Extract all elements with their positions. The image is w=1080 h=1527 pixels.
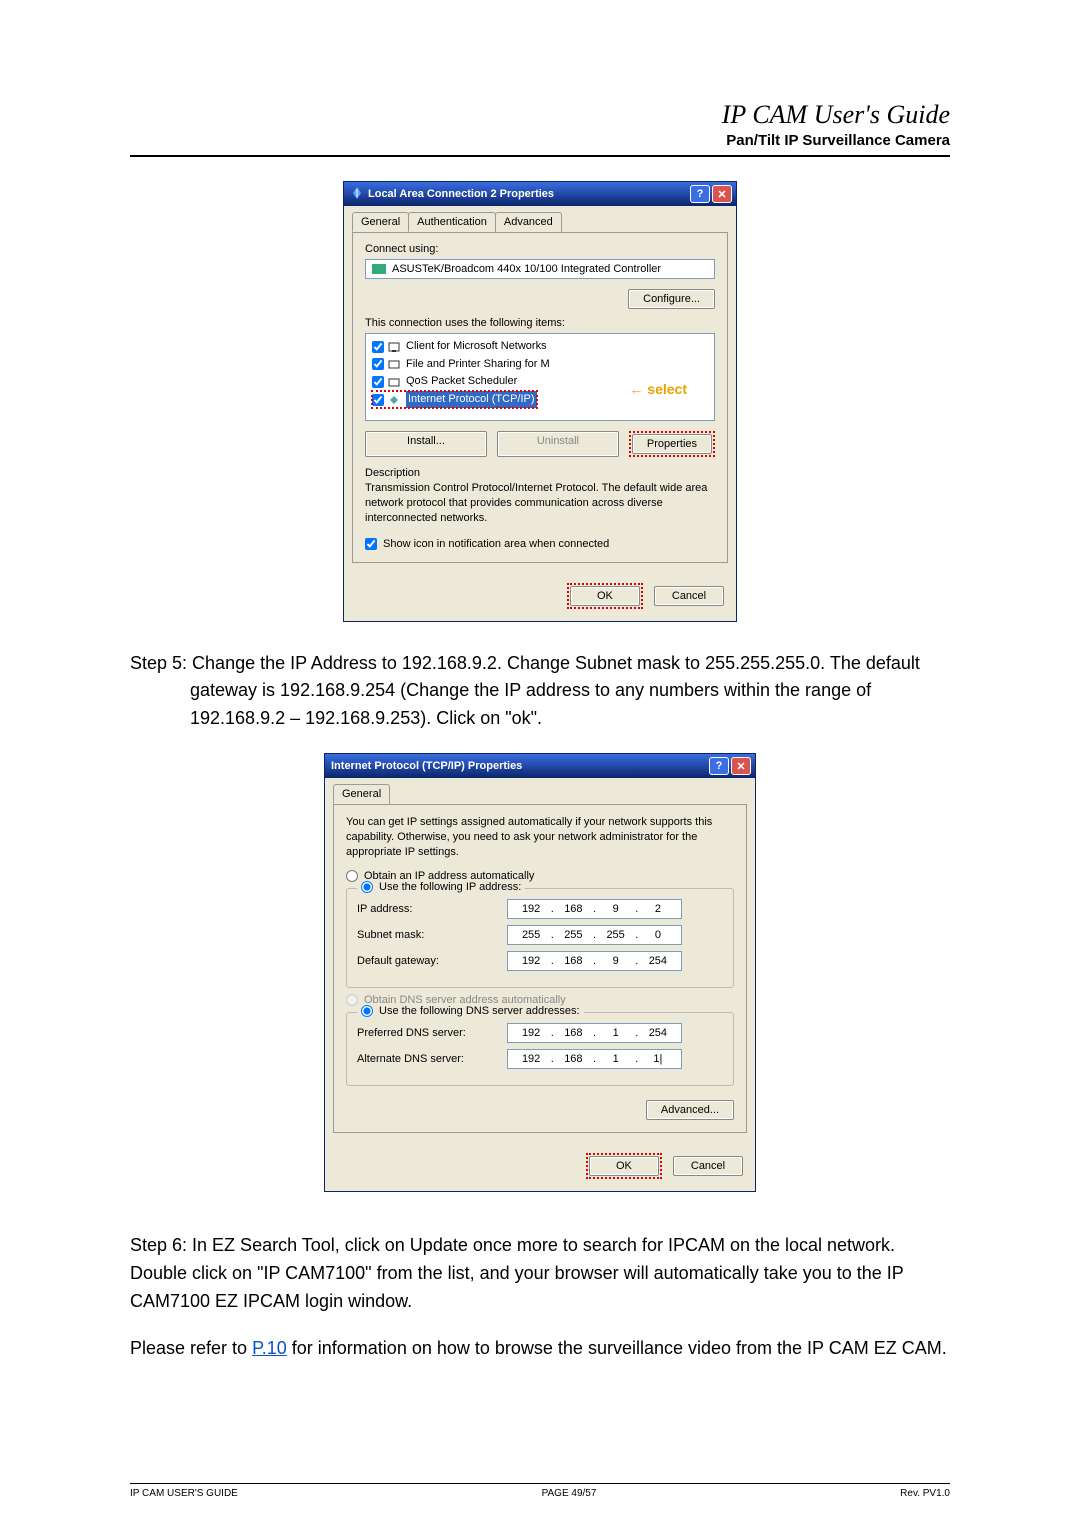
subnet-mask-input[interactable]: 255.255.255.0 [507, 925, 682, 945]
close-button[interactable]: ✕ [731, 757, 751, 775]
adapter-field: ASUSTeK/Broadcom 440x 10/100 Integrated … [365, 259, 715, 279]
item-tcpip[interactable]: Internet Protocol (TCP/IP) [372, 391, 537, 409]
description-text: Transmission Control Protocol/Internet P… [365, 481, 715, 526]
adns-label: Alternate DNS server: [357, 1053, 507, 1065]
info-blurb: You can get IP settings assigned automat… [346, 815, 734, 860]
tab-general[interactable]: General [333, 784, 390, 804]
page-footer: IP CAM USER'S GUIDE PAGE 49/57 Rev. PV1.… [130, 1483, 950, 1499]
pdns-label: Preferred DNS server: [357, 1027, 507, 1039]
tabs: General Authentication Advanced [344, 206, 736, 232]
ok-button[interactable]: OK [570, 586, 640, 606]
qos-icon [388, 376, 402, 388]
tcpip-icon [388, 394, 402, 406]
gateway-label: Default gateway: [357, 955, 507, 967]
show-icon-label: Show icon in notification area when conn… [383, 538, 609, 550]
titlebar: Local Area Connection 2 Properties ? ✕ [344, 182, 736, 206]
cancel-button[interactable]: Cancel [654, 586, 724, 606]
item-client[interactable]: Client for Microsoft Networks [372, 338, 708, 356]
item-qos[interactable]: QoS Packet Scheduler [372, 373, 708, 391]
show-icon-checkbox[interactable] [365, 538, 377, 550]
ip-address-input[interactable]: 192.168.9.2 [507, 899, 682, 919]
lan-properties-dialog: Local Area Connection 2 Properties ? ✕ G… [343, 181, 737, 622]
step5-text: Step 5: Change the IP Address to 192.168… [130, 650, 950, 734]
dialog-title: Internet Protocol (TCP/IP) Properties [331, 760, 709, 772]
configure-button[interactable]: Configure... [628, 289, 715, 309]
footer-left: IP CAM USER'S GUIDE [130, 1488, 238, 1499]
dialog-title: Local Area Connection 2 Properties [368, 188, 690, 200]
nic-icon [372, 264, 386, 274]
doc-title: IP CAM User's Guide [130, 100, 950, 130]
radio-auto-ip[interactable] [346, 870, 358, 882]
help-button[interactable]: ? [690, 185, 710, 203]
p10-link[interactable]: P.10 [252, 1338, 287, 1358]
tab-authentication[interactable]: Authentication [408, 212, 496, 232]
help-button[interactable]: ? [709, 757, 729, 775]
radio-static-dns[interactable] [361, 1005, 373, 1017]
items-label: This connection uses the following items… [365, 317, 715, 329]
titlebar: Internet Protocol (TCP/IP) Properties ? … [325, 754, 755, 778]
network-icon [350, 186, 364, 203]
client-icon [388, 341, 402, 353]
ok-button[interactable]: OK [589, 1156, 659, 1176]
items-listbox[interactable]: Client for Microsoft Networks File and P… [365, 333, 715, 421]
radio-static-ip[interactable] [361, 881, 373, 893]
item-file-sharing[interactable]: File and Printer Sharing for M [372, 356, 708, 374]
install-button[interactable]: Install... [365, 431, 487, 457]
tcpip-properties-dialog: Internet Protocol (TCP/IP) Properties ? … [324, 753, 756, 1192]
mask-label: Subnet mask: [357, 929, 507, 941]
step6-text: Step 6: In EZ Search Tool, click on Upda… [130, 1232, 950, 1316]
connect-using-label: Connect using: [365, 243, 715, 255]
doc-subtitle: Pan/Tilt IP Surveillance Camera [130, 132, 950, 149]
default-gateway-input[interactable]: 192.168.9.254 [507, 951, 682, 971]
adapter-name: ASUSTeK/Broadcom 440x 10/100 Integrated … [392, 263, 661, 275]
reference-text: Please refer to P.10 for information on … [130, 1335, 950, 1363]
advanced-button[interactable]: Advanced... [646, 1100, 734, 1120]
footer-right: Rev. PV1.0 [900, 1488, 950, 1499]
share-icon [388, 358, 402, 370]
cancel-button[interactable]: Cancel [673, 1156, 743, 1176]
close-button[interactable]: ✕ [712, 185, 732, 203]
header-rule [130, 155, 950, 157]
footer-center: PAGE 49/57 [542, 1488, 597, 1499]
tab-advanced[interactable]: Advanced [495, 212, 562, 232]
alternate-dns-input[interactable]: 192.168.1.1| [507, 1049, 682, 1069]
uninstall-button: Uninstall [497, 431, 619, 457]
description-label: Description [365, 467, 715, 479]
radio-auto-dns [346, 994, 358, 1006]
tab-general[interactable]: General [352, 212, 409, 232]
ip-label: IP address: [357, 903, 507, 915]
properties-button[interactable]: Properties [632, 434, 712, 454]
preferred-dns-input[interactable]: 192.168.1.254 [507, 1023, 682, 1043]
